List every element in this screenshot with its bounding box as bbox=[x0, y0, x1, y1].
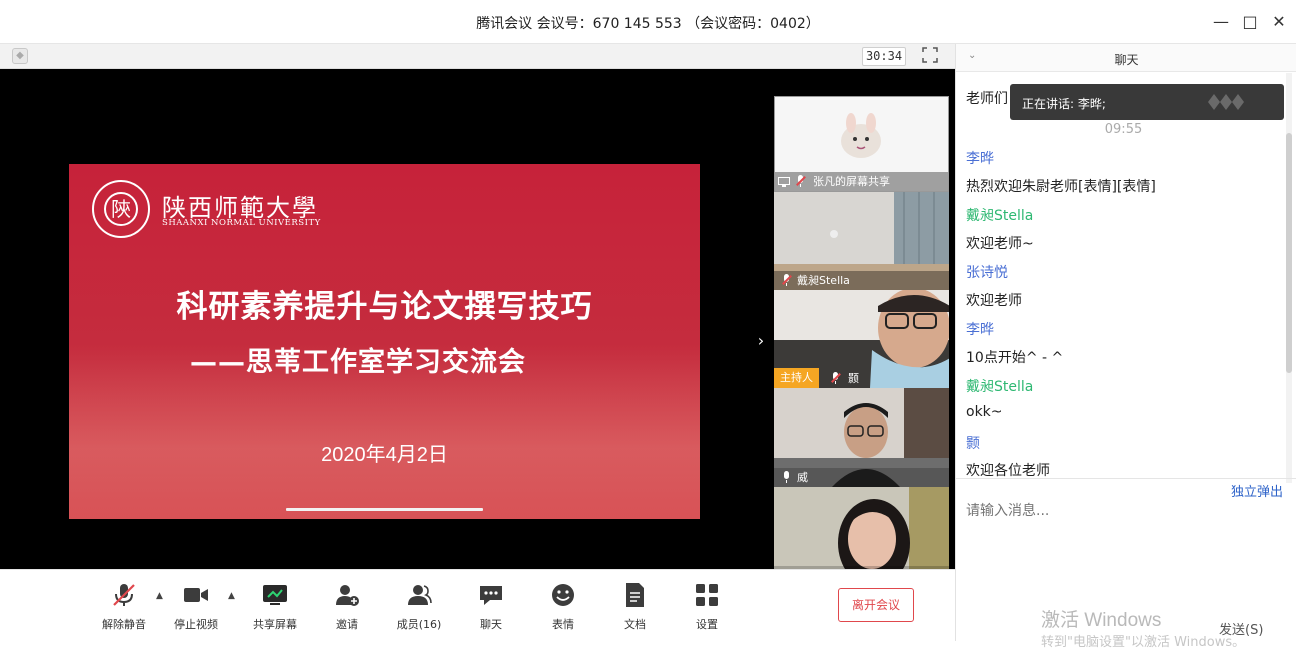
chat-scrollbar[interactable] bbox=[1286, 73, 1292, 483]
mic-muted-icon bbox=[782, 274, 792, 287]
chat-input[interactable] bbox=[966, 500, 1286, 522]
share-screen-icon bbox=[263, 585, 287, 605]
members-icon bbox=[408, 585, 432, 605]
meeting-topbar: ◆ 30:34 bbox=[0, 44, 955, 69]
speaking-text: 正在讲话: 李晔; bbox=[1022, 97, 1106, 111]
chat-sender: 李晔 bbox=[966, 322, 994, 338]
fullscreen-icon[interactable] bbox=[920, 47, 940, 66]
members-label: 成员(16) bbox=[396, 618, 442, 631]
popout-link[interactable]: 独立弹出 bbox=[1231, 481, 1283, 500]
chevron-right-icon[interactable]: › bbox=[754, 331, 768, 351]
documents-button[interactable]: 文档 bbox=[605, 582, 665, 632]
participant-name: 张凡的屏幕共享 bbox=[813, 175, 890, 188]
chat-title: 聊天 bbox=[1114, 53, 1139, 67]
slide-date: 2020年4月2日 bbox=[321, 444, 448, 466]
documents-label: 文档 bbox=[624, 618, 646, 631]
participant-tile[interactable]: 威 bbox=[774, 388, 949, 487]
invite-label: 邀请 bbox=[336, 618, 358, 631]
maximize-icon[interactable]: □ bbox=[1238, 11, 1262, 33]
settings-button[interactable]: 设置 bbox=[677, 582, 737, 632]
chat-text: okk~ bbox=[966, 404, 1003, 420]
chat-text: 老师们 bbox=[966, 91, 1008, 107]
chat-text: 10点开始^ - ^ bbox=[966, 350, 1064, 366]
chat-panel: 戴昶Stella 老师们 09:55 李晔 热烈欢迎朱尉老师[表情][表情] 戴… bbox=[955, 44, 1296, 650]
share-screen-label: 共享屏幕 bbox=[253, 618, 297, 631]
chat-sender: 戴昶Stella bbox=[966, 208, 1034, 224]
emoji-icon bbox=[552, 584, 574, 606]
share-screen-button[interactable]: 共享屏幕 bbox=[245, 582, 305, 632]
chat-divider bbox=[956, 478, 1296, 479]
presentation-slide: 陝 陕西师範大學 SHAANXI NORMAL UNIVERSITY 科研素养提… bbox=[69, 164, 700, 519]
close-icon[interactable]: ✕ bbox=[1267, 11, 1291, 33]
participant-name: 颢 bbox=[848, 372, 859, 385]
reactions-label: 表情 bbox=[552, 618, 574, 631]
chat-message-list[interactable]: 戴昶Stella 老师们 09:55 李晔 热烈欢迎朱尉老师[表情][表情] 戴… bbox=[966, 64, 1281, 480]
settings-grid-icon bbox=[696, 584, 718, 606]
unmute-button[interactable]: 解除静音 bbox=[94, 582, 154, 632]
mic-muted-icon bbox=[831, 372, 841, 385]
send-button[interactable]: 发送(S) bbox=[1219, 619, 1263, 638]
participant-name: 威 bbox=[797, 471, 808, 484]
caret-up-icon[interactable]: ▲ bbox=[228, 591, 235, 601]
mic-muted-icon bbox=[113, 584, 135, 606]
chat-sender: 张诗悦 bbox=[966, 265, 1008, 281]
mic-muted-icon bbox=[796, 175, 806, 188]
chat-text: 欢迎老师~ bbox=[966, 236, 1034, 252]
invite-button[interactable]: 邀请 bbox=[317, 582, 377, 632]
chat-bubble-icon bbox=[480, 586, 502, 605]
meeting-toolbar: 解除静音 ▲ 停止视频 ▲ 共享屏幕 邀请 成员(16) 聊天 表情 文档 设置… bbox=[0, 569, 955, 641]
chat-sender: 戴昶Stella bbox=[966, 379, 1034, 395]
settings-label: 设置 bbox=[696, 618, 718, 631]
stop-video-button[interactable]: 停止视频 bbox=[166, 582, 226, 632]
caret-up-icon[interactable]: ▲ bbox=[156, 591, 163, 601]
audio-wave-icon bbox=[1208, 94, 1244, 110]
university-seal-logo: 陝 bbox=[92, 180, 150, 238]
university-name-en: SHAANXI NORMAL UNIVERSITY bbox=[162, 218, 321, 228]
window-titlebar: 腾讯会议 会议号：670 145 553 （会议密码：0402） — □ ✕ bbox=[0, 0, 1296, 44]
video-camera-icon bbox=[184, 588, 208, 602]
chat-text: 欢迎各位老师 bbox=[966, 463, 1050, 479]
participant-tile[interactable]: 张凡的屏幕共享 bbox=[774, 96, 949, 192]
participant-name: 戴昶Stella bbox=[797, 274, 850, 287]
chat-button[interactable]: 聊天 bbox=[461, 582, 521, 632]
reactions-button[interactable]: 表情 bbox=[533, 582, 593, 632]
chat-sender: 颢 bbox=[966, 436, 980, 452]
minimize-icon[interactable]: — bbox=[1209, 11, 1233, 33]
chat-timestamp: 09:55 bbox=[1104, 122, 1143, 137]
stop-video-label: 停止视频 bbox=[174, 618, 218, 631]
slide-title: 科研素养提升与论文撰写技巧 bbox=[176, 289, 593, 325]
windows-activation-watermark: 激活 Windows bbox=[1041, 610, 1162, 631]
slide-subtitle: ——思苇工作室学习交流会 bbox=[190, 347, 526, 378]
meeting-timer: 30:34 bbox=[862, 47, 906, 66]
chat-text: 欢迎老师 bbox=[966, 293, 1022, 309]
window-title: 腾讯会议 会议号：670 145 553 （会议密码：0402） bbox=[476, 16, 820, 32]
mic-icon bbox=[782, 471, 791, 484]
members-button[interactable]: 成员(16) bbox=[389, 582, 449, 632]
unmute-label: 解除静音 bbox=[102, 618, 146, 631]
participant-tile[interactable]: 戴昶Stella bbox=[774, 192, 949, 290]
participant-tiles[interactable]: 张凡的屏幕共享 戴昶Stella 主持人 颢 威 bbox=[774, 96, 949, 585]
speaking-indicator: 正在讲话: 李晔; bbox=[1010, 84, 1284, 120]
chat-label: 聊天 bbox=[480, 618, 502, 631]
chat-text: 热烈欢迎朱尉老师[表情][表情] bbox=[966, 179, 1156, 195]
host-badge: 主持人 bbox=[774, 368, 819, 388]
document-icon bbox=[626, 583, 644, 607]
slide-progress-bar bbox=[286, 508, 483, 511]
leave-meeting-button[interactable]: 离开会议 bbox=[838, 588, 914, 622]
chat-sender: 李晔 bbox=[966, 151, 994, 167]
participant-tile[interactable]: 主持人 颢 bbox=[774, 290, 949, 388]
invite-user-icon bbox=[336, 585, 359, 606]
shield-icon[interactable]: ◆ bbox=[12, 48, 28, 64]
share-screen-icon bbox=[778, 177, 790, 187]
chat-header: ⌄ 聊天 bbox=[956, 44, 1296, 72]
